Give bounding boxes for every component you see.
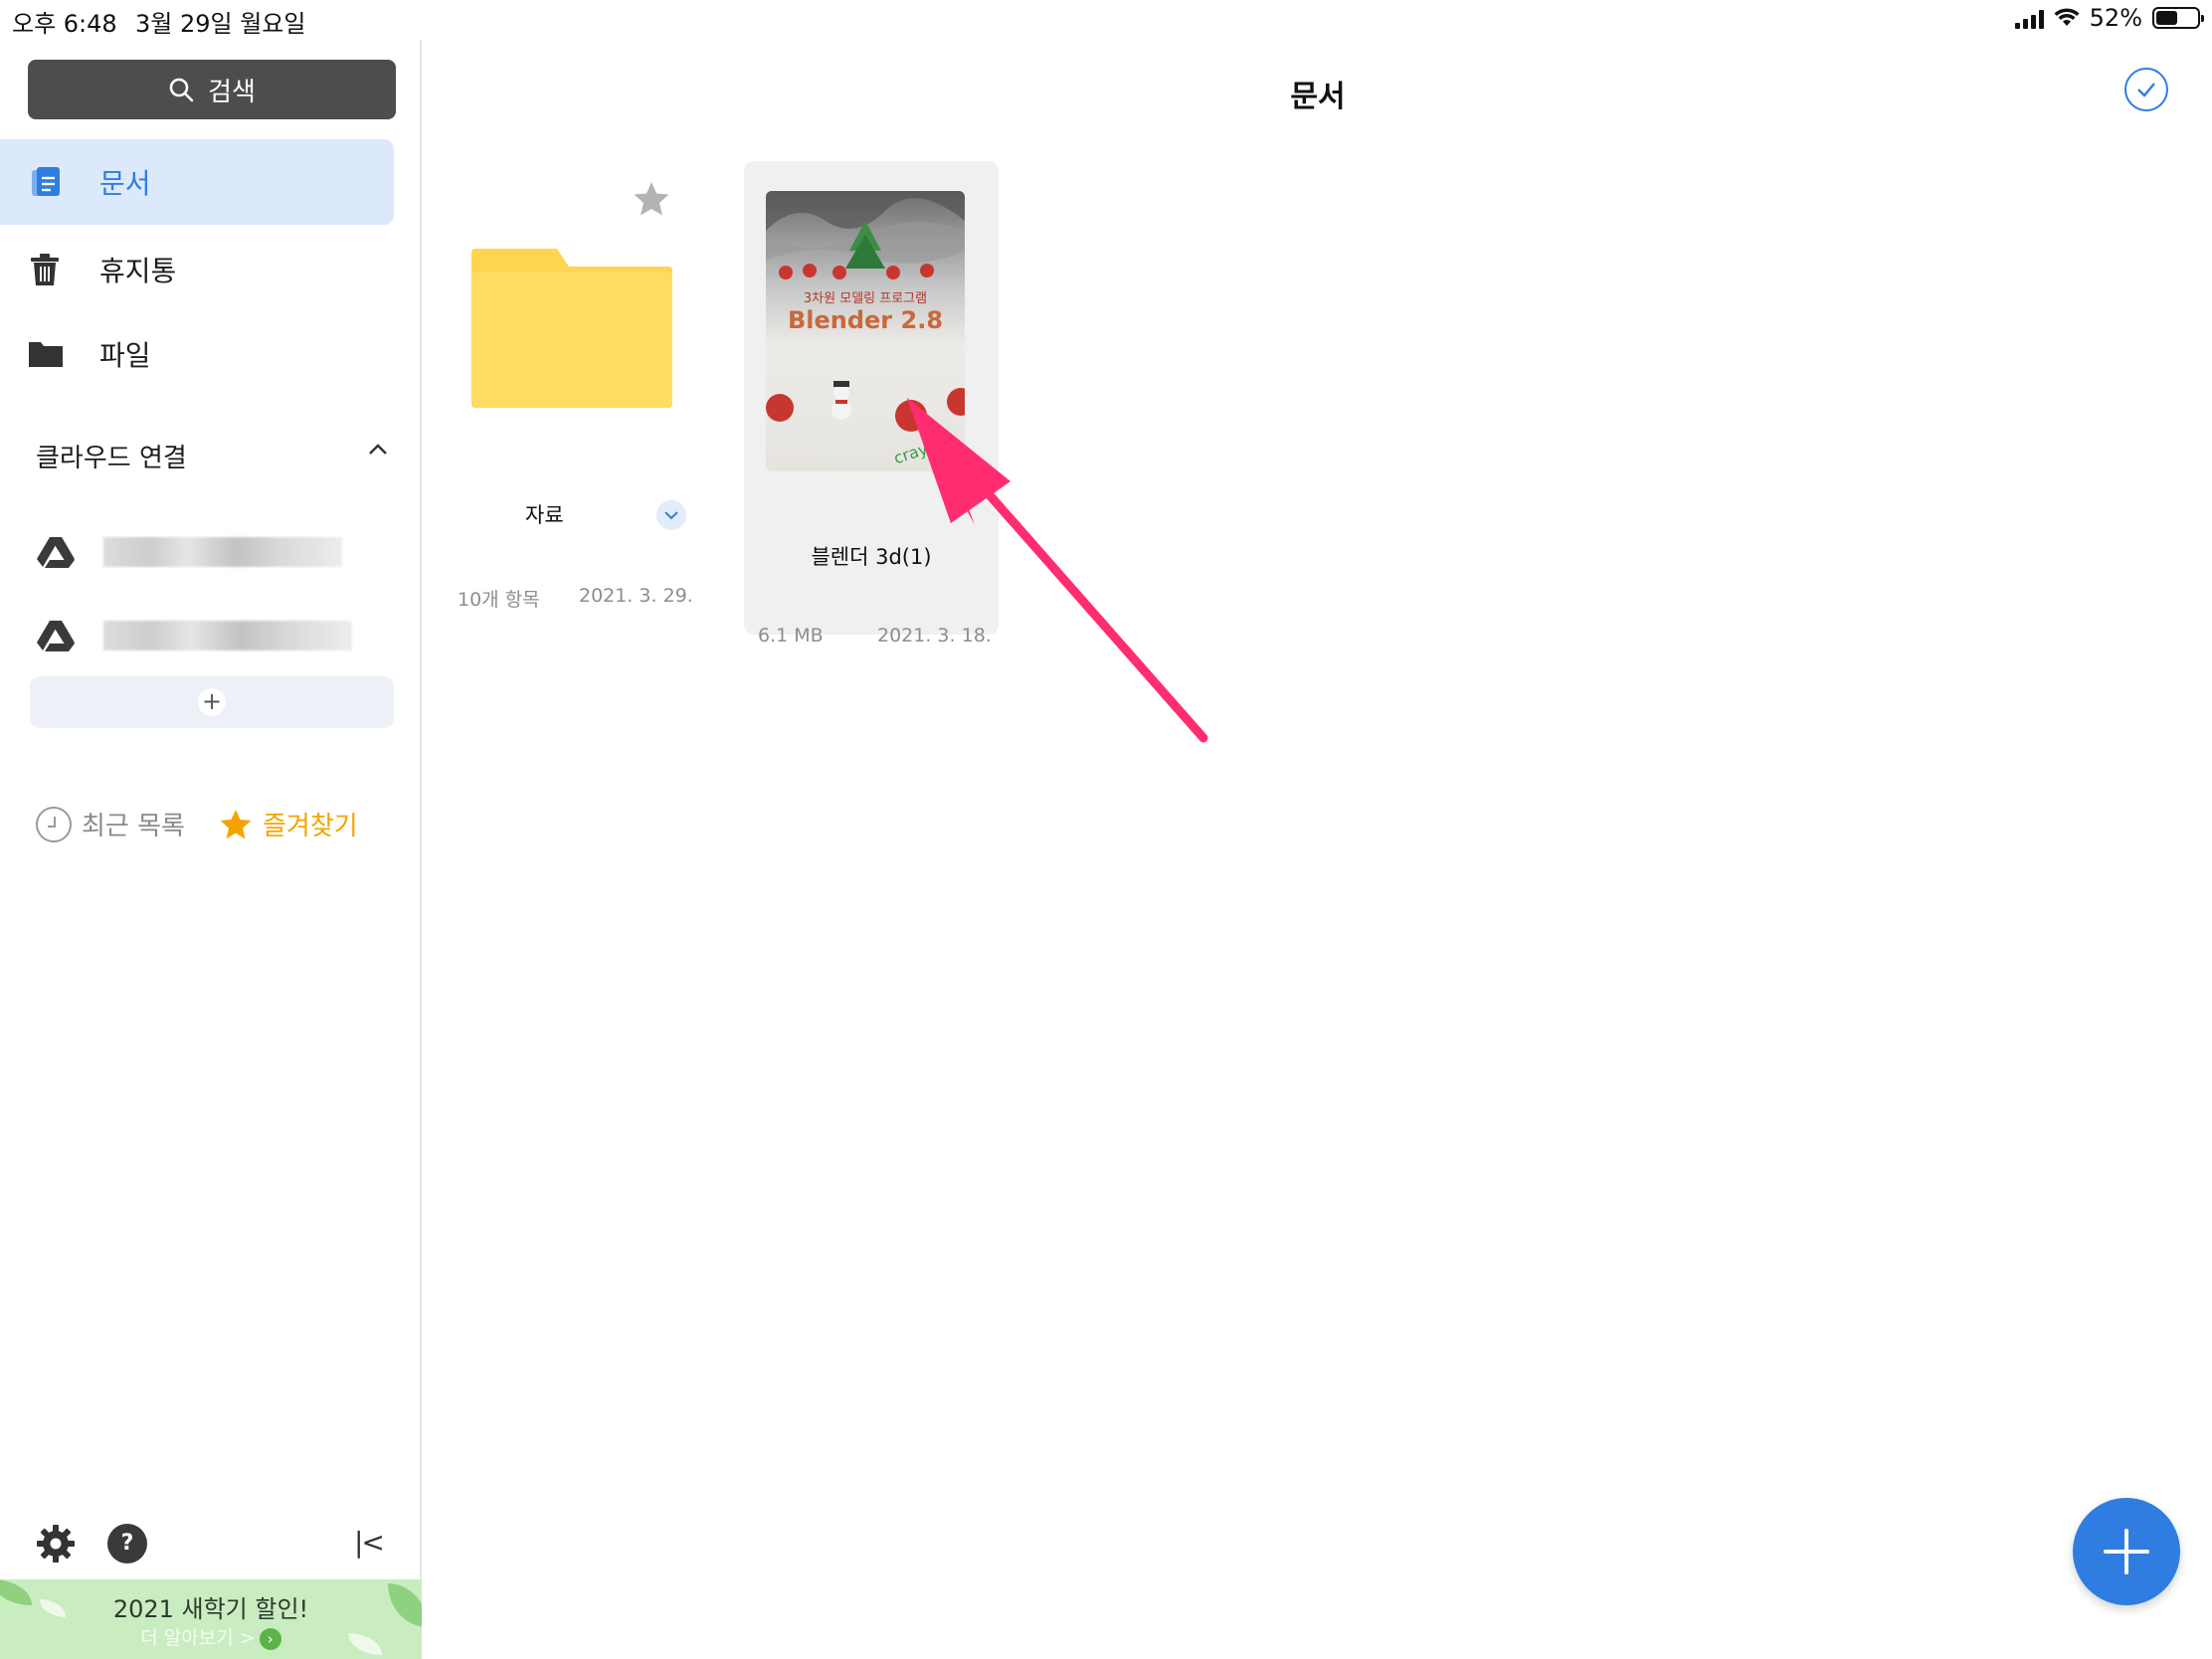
account-name-redacted: [103, 537, 342, 567]
folder-name: 자료: [525, 503, 564, 527]
folder-item-count: 10개 항목: [458, 589, 540, 611]
sidebar-item-label: 파일: [99, 339, 151, 372]
recent-label: 최근 목록: [82, 812, 185, 841]
status-bar: 오후 6:48 3월 29일 월요일 52%: [0, 0, 2212, 40]
document-size: 6.1 MB: [758, 625, 824, 646]
arrow-right-icon: ›: [259, 1628, 281, 1650]
battery-percent: 52%: [2089, 4, 2142, 32]
sidebar-item-label: 문서: [99, 167, 151, 200]
sidebar-footer: ? |<: [0, 1512, 422, 1571]
wifi-icon: [2054, 8, 2080, 26]
thumbnail-text: Blender 2.8: [788, 306, 943, 334]
sidebar-item-trash[interactable]: 휴지통: [0, 227, 394, 312]
account-name-redacted: [103, 621, 352, 650]
battery-icon: [2152, 7, 2204, 29]
folder-date: 2021. 3. 29.: [579, 585, 693, 607]
promo-banner[interactable]: 2021 새학기 할인! 더 알아보기 > ›: [0, 1579, 422, 1659]
sidebar: 검색 문서 휴지통 파일 클라우드 연결 + 최근 목록 즐겨찾기 ? |< 2…: [0, 40, 422, 1659]
search-button[interactable]: 검색: [28, 60, 396, 119]
recent-list-button[interactable]: 최근 목록: [36, 806, 185, 842]
search-label: 검색: [208, 77, 256, 107]
sidebar-item-documents[interactable]: 문서: [0, 139, 394, 225]
clock-icon: [36, 806, 72, 842]
document-name: 블렌더 3d(1): [811, 545, 932, 569]
promo-link-label: 더 알아보기 >: [140, 1627, 256, 1649]
collapse-sidebar-button[interactable]: |<: [354, 1526, 385, 1559]
promo-subtitle[interactable]: 더 알아보기 > ›: [0, 1623, 422, 1650]
star-icon[interactable]: [633, 181, 670, 217]
page-title: 문서: [1290, 80, 1346, 114]
sidebar-item-files[interactable]: 파일: [0, 311, 394, 397]
document-card[interactable]: 3차원 모델링 프로그램 Blender 2.8 cray fall 블렌더 3…: [744, 161, 999, 646]
google-drive-icon: [37, 621, 75, 651]
folder-icon: [28, 339, 84, 369]
thumbnail-text: 3차원 모델링 프로그램: [804, 291, 927, 306]
add-button[interactable]: [2073, 1498, 2180, 1605]
chevron-down-icon: [664, 511, 678, 520]
select-button[interactable]: [2124, 68, 2168, 111]
gear-icon[interactable]: [36, 1524, 76, 1564]
thumbnail-image: 3차원 모델링 프로그램 Blender 2.8 cray fall: [766, 191, 965, 471]
google-drive-icon: [37, 537, 75, 568]
help-button[interactable]: ?: [107, 1524, 147, 1564]
chevron-up-icon[interactable]: [368, 442, 388, 456]
cloud-account[interactable]: [36, 611, 374, 660]
status-indicators: 52%: [2014, 4, 2204, 32]
cellular-signal-icon: [2014, 7, 2044, 29]
favorites-label: 즐겨찾기: [263, 812, 358, 841]
folder-icon[interactable]: [469, 249, 674, 408]
trash-icon: [28, 252, 84, 287]
star-icon: [220, 809, 252, 838]
search-icon: [169, 78, 194, 102]
favorites-button[interactable]: 즐겨찾기: [219, 806, 358, 842]
checkmark-icon: [2137, 83, 2155, 97]
sidebar-item-label: 휴지통: [99, 255, 177, 287]
document-date: 2021. 3. 18.: [877, 625, 992, 646]
document-icon: [28, 164, 84, 200]
status-date: 3월 29일 월요일: [135, 10, 306, 38]
cloud-account[interactable]: [36, 527, 374, 577]
promo-title: 2021 새학기 할인!: [112, 1595, 309, 1623]
main-content: 문서 자료 10개 항목 2021. 3. 29. 3차원 모델링 프로그램 B…: [424, 40, 2212, 1659]
plus-icon: [2104, 1529, 2149, 1574]
add-cloud-button[interactable]: +: [30, 676, 394, 728]
cloud-section-header: 클라우드 연결: [36, 444, 187, 473]
folder-options-button[interactable]: [656, 500, 686, 530]
document-thumbnail: 3차원 모델링 프로그램 Blender 2.8 cray fall: [766, 191, 965, 471]
plus-icon: +: [198, 688, 226, 716]
status-time: 오후 6:48: [12, 10, 117, 38]
